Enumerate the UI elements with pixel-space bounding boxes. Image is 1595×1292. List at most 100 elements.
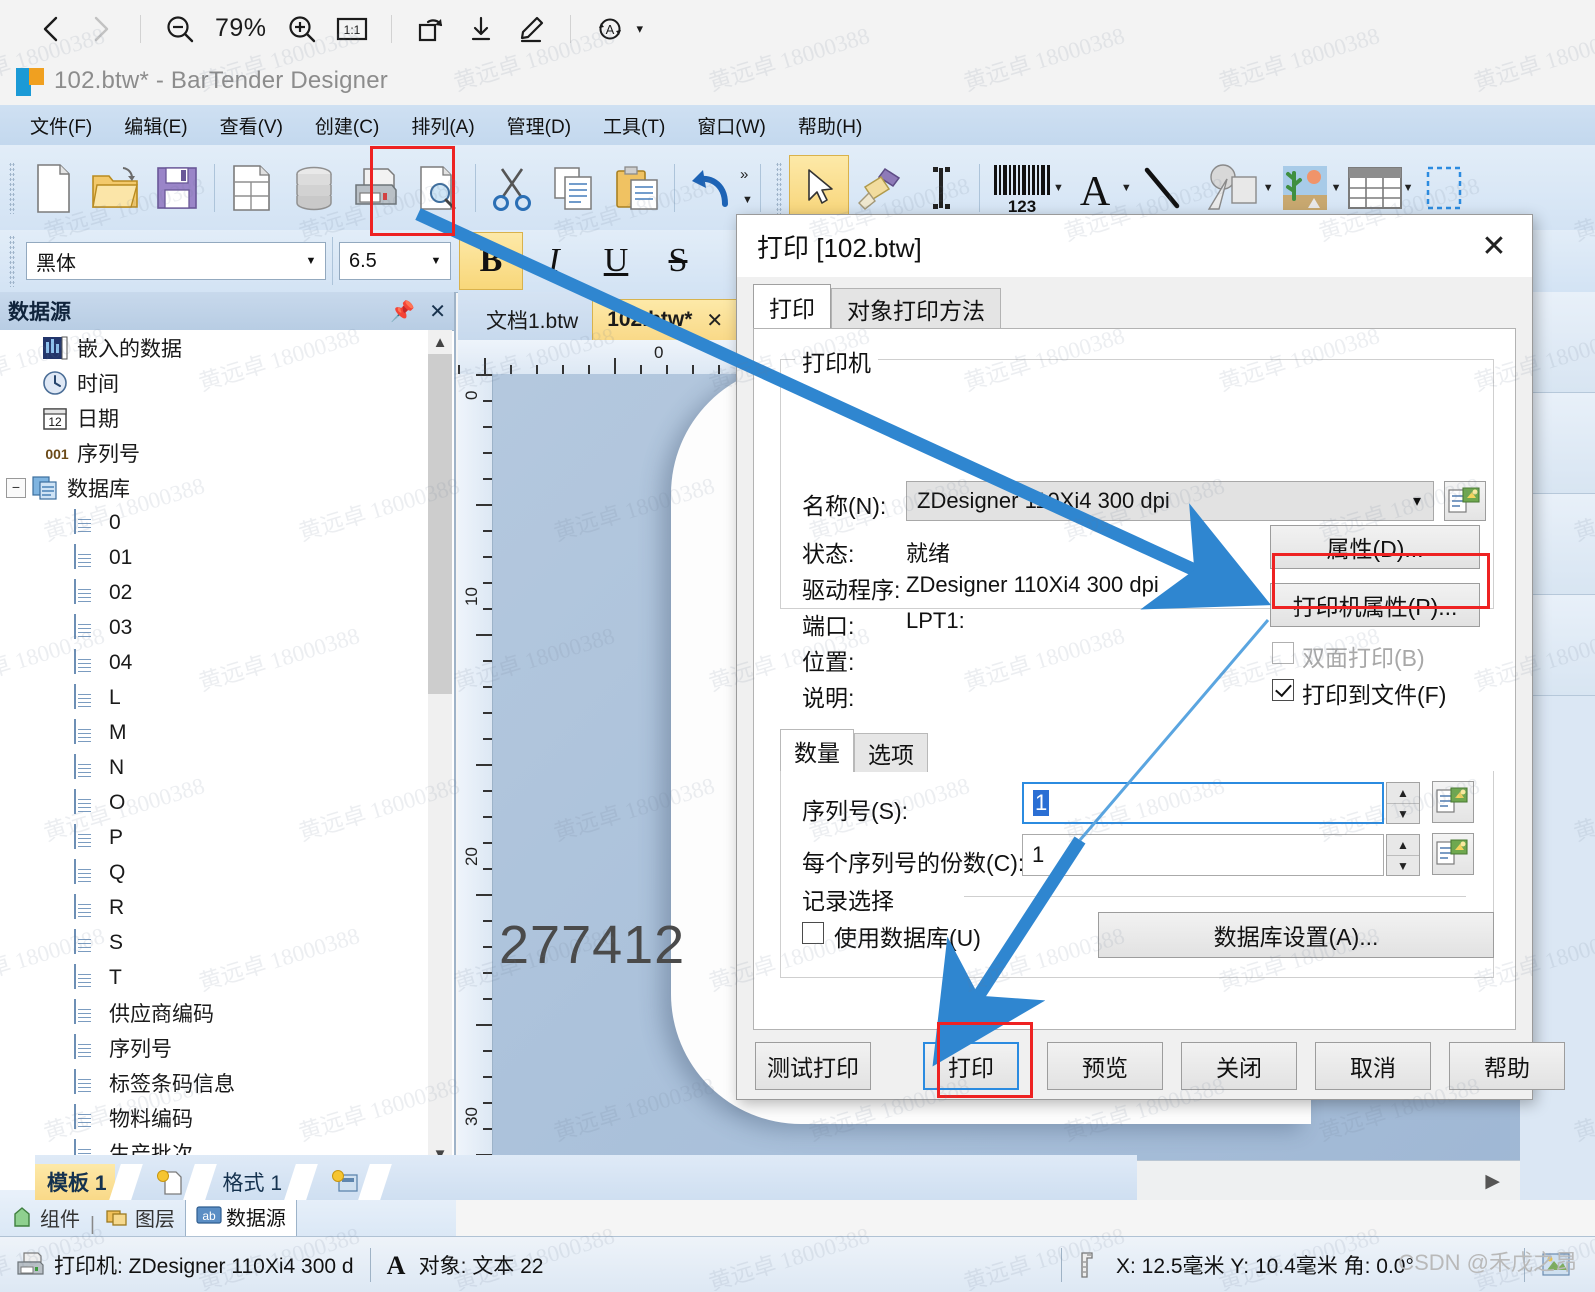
strikethrough-button[interactable]: S xyxy=(647,233,709,289)
close-icon[interactable]: ✕ xyxy=(429,299,446,324)
tree-item-5[interactable]: 0 xyxy=(0,505,430,540)
printer-properties-button[interactable]: 打印机属性(P)... xyxy=(1270,583,1480,627)
tree-item-12[interactable]: N xyxy=(0,750,430,785)
scrollbar-thumb[interactable] xyxy=(428,354,452,694)
menu-arrange[interactable]: 排列(A) xyxy=(411,112,474,139)
chevron-down-icon[interactable]: ▾ xyxy=(1413,491,1421,511)
cut-icon[interactable] xyxy=(482,154,544,222)
spinner-up-icon[interactable]: ▲ xyxy=(1387,783,1419,804)
tree-item-18[interactable]: T xyxy=(0,960,430,995)
undo-icon[interactable] xyxy=(681,154,743,222)
spinner-down-icon[interactable]: ▼ xyxy=(1387,804,1419,824)
chevron-down-icon[interactable]: ▾ xyxy=(637,21,644,37)
close-icon[interactable]: ✕ xyxy=(706,308,723,333)
tree-item-21[interactable]: 标签条码信息 xyxy=(0,1065,430,1100)
tree-item-9[interactable]: 04 xyxy=(0,645,430,680)
panel-scrollbar[interactable]: ▲ ▼ xyxy=(428,330,452,1166)
tree-item-4[interactable]: − 数据库 xyxy=(0,470,430,505)
new-template-button[interactable] xyxy=(137,1164,189,1200)
chevron-down-icon-2[interactable]: ▼ xyxy=(422,255,450,267)
barcode-icon[interactable]: 123 xyxy=(986,154,1058,222)
format-tab-1[interactable]: 格式 1 xyxy=(211,1164,291,1200)
text-object-icon[interactable]: A xyxy=(1064,154,1126,222)
format-toolbar-grip[interactable] xyxy=(9,235,15,287)
tree-item-8[interactable]: 03 xyxy=(0,610,430,645)
label-text-object[interactable]: 277412 xyxy=(499,914,685,976)
menu-file[interactable]: 文件(F) xyxy=(30,112,92,139)
copy-icon[interactable] xyxy=(544,154,606,222)
menu-view[interactable]: 查看(V) xyxy=(220,112,283,139)
tree-item-1[interactable]: 时间 xyxy=(0,365,430,400)
save-icon[interactable] xyxy=(146,154,208,222)
printer-settings-icon[interactable] xyxy=(1444,481,1486,521)
close-button[interactable]: 关闭 xyxy=(1181,1042,1297,1090)
chevron-down-icon[interactable]: ▼ xyxy=(297,255,325,267)
data-source-tree[interactable]: 嵌入的数据 时间 12 日期 001 序列号 − 数据库 0 01 02 03 04 L M N O P Q R S T 供… xyxy=(0,330,430,1166)
tree-item-17[interactable]: S xyxy=(0,925,430,960)
download-icon[interactable] xyxy=(456,6,506,52)
printer-name-select[interactable]: ZDesigner 110Xi4 300 dpi ▾ xyxy=(906,481,1434,521)
scroll-up-icon[interactable]: ▲ xyxy=(428,330,452,354)
format-painter-icon[interactable] xyxy=(849,154,911,222)
cancel-button[interactable]: 取消 xyxy=(1315,1042,1431,1090)
tab-print[interactable]: 打印 xyxy=(753,284,831,329)
close-icon[interactable]: ✕ xyxy=(1466,221,1522,271)
spinner-up-icon-2[interactable]: ▲ xyxy=(1387,835,1419,856)
serial-datasource-picker[interactable] xyxy=(1432,781,1474,823)
table-object-icon[interactable] xyxy=(1342,154,1408,222)
pin-icon[interactable]: 📌 xyxy=(390,299,415,324)
tree-item-13[interactable]: O xyxy=(0,785,430,820)
duplex-checkbox[interactable] xyxy=(1272,642,1294,664)
tree-item-11[interactable]: M xyxy=(0,715,430,750)
tree-item-22[interactable]: 物料编码 xyxy=(0,1100,430,1135)
preview-button[interactable]: 预览 xyxy=(1047,1042,1163,1090)
new-format-button[interactable] xyxy=(312,1164,364,1200)
menu-tools[interactable]: 工具(T) xyxy=(603,112,665,139)
zoom-out-icon[interactable] xyxy=(155,6,205,52)
tab-layers[interactable]: 图层 xyxy=(95,1198,185,1236)
text-cursor-icon[interactable] xyxy=(911,154,973,222)
tree-item-2[interactable]: 12 日期 xyxy=(0,400,430,435)
serial-number-input[interactable]: 1 xyxy=(1022,782,1384,824)
properties-button[interactable]: 属性(D)... xyxy=(1270,525,1480,569)
tree-item-16[interactable]: R xyxy=(0,890,430,925)
copies-datasource-picker[interactable] xyxy=(1432,833,1474,875)
new-document-icon[interactable] xyxy=(22,154,84,222)
open-folder-icon[interactable] xyxy=(84,154,146,222)
template-tab-1[interactable]: 模板 1 xyxy=(35,1164,115,1200)
shape-object-icon[interactable] xyxy=(1194,154,1268,222)
picture-object-icon[interactable] xyxy=(1274,154,1336,222)
copies-stepper[interactable]: ▲ ▼ xyxy=(1386,834,1420,876)
underline-button[interactable]: U xyxy=(585,233,647,289)
tree-item-19[interactable]: 供应商编码 xyxy=(0,995,430,1030)
tree-expander[interactable]: − xyxy=(6,477,26,498)
actual-size-icon[interactable]: 1:1 xyxy=(327,6,377,52)
rotate-icon[interactable] xyxy=(406,6,456,52)
copies-input[interactable]: 1 xyxy=(1022,834,1384,876)
pencil-icon[interactable] xyxy=(506,6,556,52)
spinner-down-icon-2[interactable]: ▼ xyxy=(1387,856,1419,876)
zoom-in-icon[interactable] xyxy=(277,6,327,52)
menu-edit[interactable]: 编辑(E) xyxy=(124,112,187,139)
tree-item-20[interactable]: 序列号 xyxy=(0,1030,430,1065)
toolbar-grip[interactable] xyxy=(9,161,15,214)
tree-item-3[interactable]: 001 序列号 xyxy=(0,435,430,470)
print-to-file-checkbox[interactable] xyxy=(1272,679,1294,701)
tab-options[interactable]: 选项 xyxy=(854,733,928,772)
use-database-checkbox[interactable] xyxy=(802,922,824,944)
tree-item-6[interactable]: 01 xyxy=(0,540,430,575)
tree-item-15[interactable]: Q xyxy=(0,855,430,890)
font-name-combo[interactable]: 黑体 ▼ xyxy=(26,242,326,280)
forward-button[interactable] xyxy=(76,6,126,52)
next-record-icon[interactable]: ▶ xyxy=(1485,1170,1500,1193)
doc-tab-0[interactable]: 文档1.btw xyxy=(472,300,592,340)
tab-data-sources[interactable]: ab 数据源 xyxy=(184,1195,297,1236)
print-button[interactable]: 打印 xyxy=(923,1042,1019,1090)
select-arrow-icon[interactable] xyxy=(789,154,849,221)
test-print-button[interactable]: 测试打印 xyxy=(755,1042,871,1090)
tab-object-print-method[interactable]: 对象打印方法 xyxy=(831,288,1001,329)
menu-help[interactable]: 帮助(H) xyxy=(798,112,862,139)
menu-window[interactable]: 窗口(W) xyxy=(697,112,766,139)
print-icon[interactable] xyxy=(345,154,407,222)
auto-adjust-icon[interactable]: A xyxy=(585,6,635,52)
